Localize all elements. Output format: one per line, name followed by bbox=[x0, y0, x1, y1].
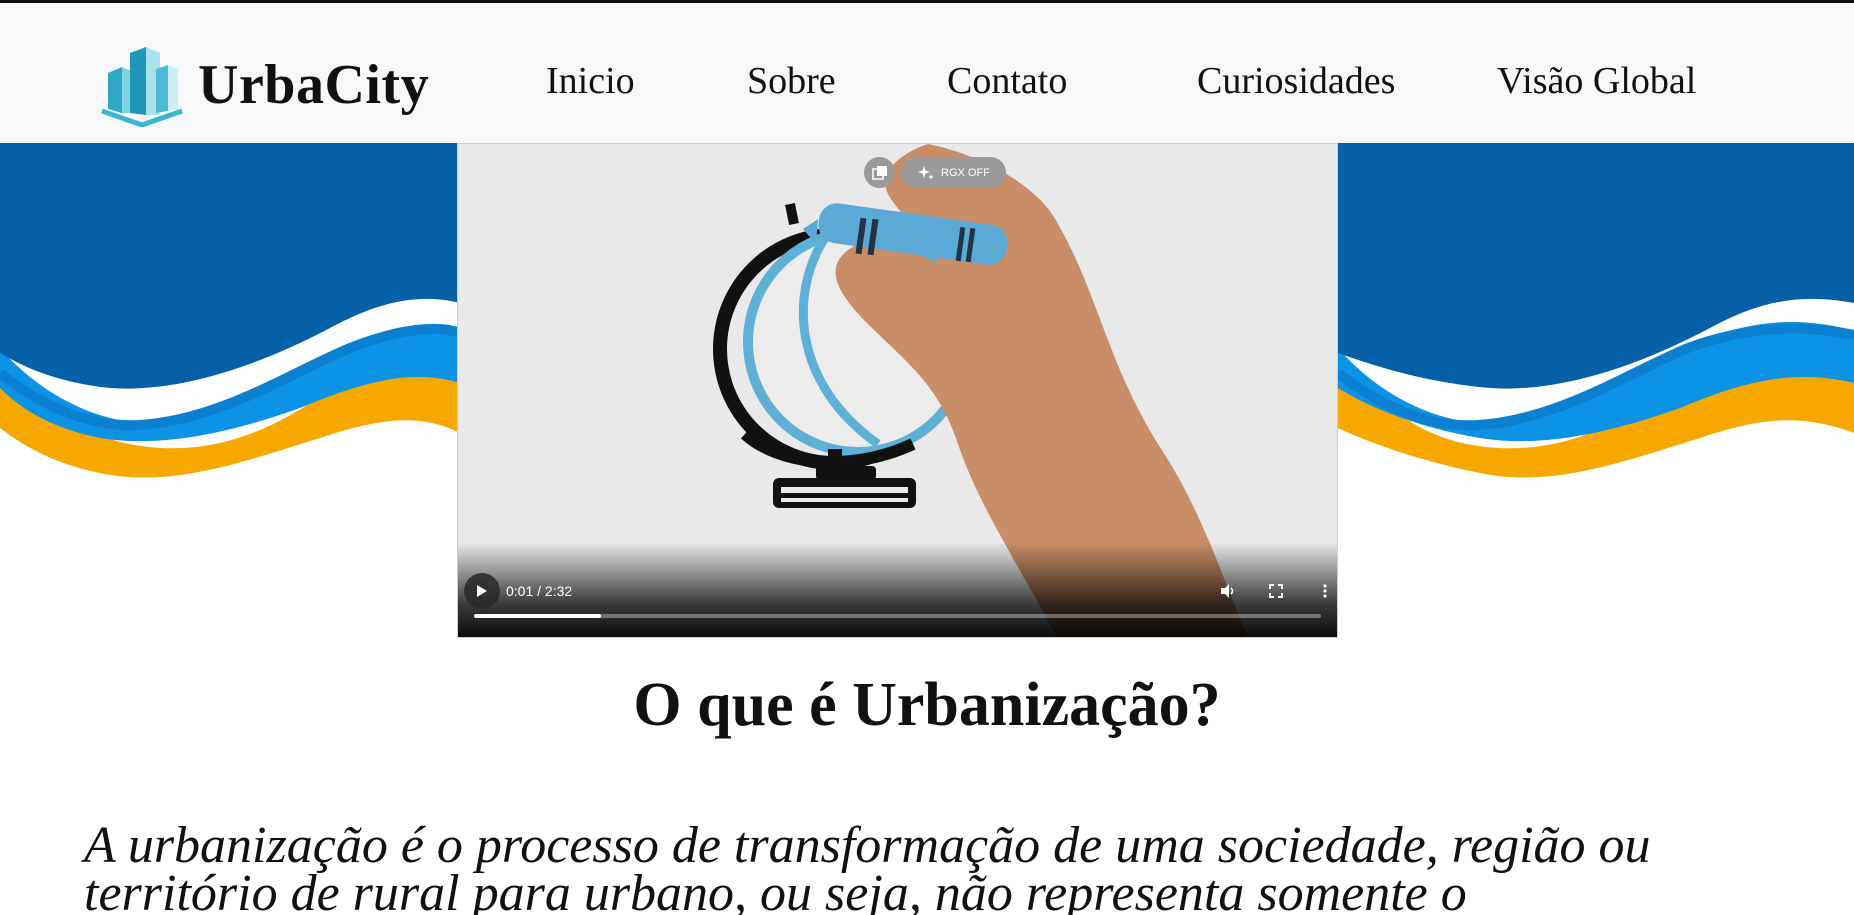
video-controls-bar: 0:01 / 2:32 bbox=[458, 542, 1337, 637]
play-icon bbox=[477, 585, 487, 597]
rgx-toggle-button[interactable]: RGX OFF bbox=[901, 157, 1006, 188]
more-vert-icon bbox=[1323, 584, 1327, 598]
fullscreen-button[interactable] bbox=[1264, 579, 1288, 603]
pip-button[interactable] bbox=[864, 157, 895, 188]
sparkle-icon bbox=[918, 165, 934, 180]
play-button[interactable] bbox=[464, 573, 500, 609]
main-nav: Inicio Sobre Contato Curiosidades Visão … bbox=[0, 59, 1854, 109]
nav-link-inicio[interactable]: Inicio bbox=[546, 59, 635, 103]
video-player[interactable]: RGX OFF 0:01 / 2:32 bbox=[457, 143, 1338, 638]
intro-paragraph: A urbanização é o processo de transforma… bbox=[84, 817, 1651, 915]
rgx-toggle-label: RGX OFF bbox=[941, 166, 990, 179]
more-options-button[interactable] bbox=[1313, 579, 1337, 603]
nav-link-sobre[interactable]: Sobre bbox=[747, 59, 836, 103]
video-progress-fill bbox=[474, 614, 602, 618]
video-time-display: 0:01 / 2:32 bbox=[506, 583, 573, 599]
video-progress-track[interactable] bbox=[474, 614, 1321, 618]
video-overlay-toolbar: RGX OFF bbox=[864, 157, 1006, 188]
nav-link-curiosidades[interactable]: Curiosidades bbox=[1197, 59, 1395, 103]
site-header: UrbaCity Inicio Sobre Contato Curiosidad… bbox=[0, 3, 1854, 143]
volume-icon bbox=[1221, 584, 1234, 598]
fullscreen-icon bbox=[1269, 584, 1283, 598]
nav-link-contato[interactable]: Contato bbox=[947, 59, 1067, 103]
page-title: O que é Urbanização? bbox=[633, 671, 1221, 739]
pip-icon bbox=[871, 165, 887, 180]
volume-button[interactable] bbox=[1216, 579, 1240, 603]
nav-link-visao-global[interactable]: Visão Global bbox=[1497, 59, 1696, 103]
